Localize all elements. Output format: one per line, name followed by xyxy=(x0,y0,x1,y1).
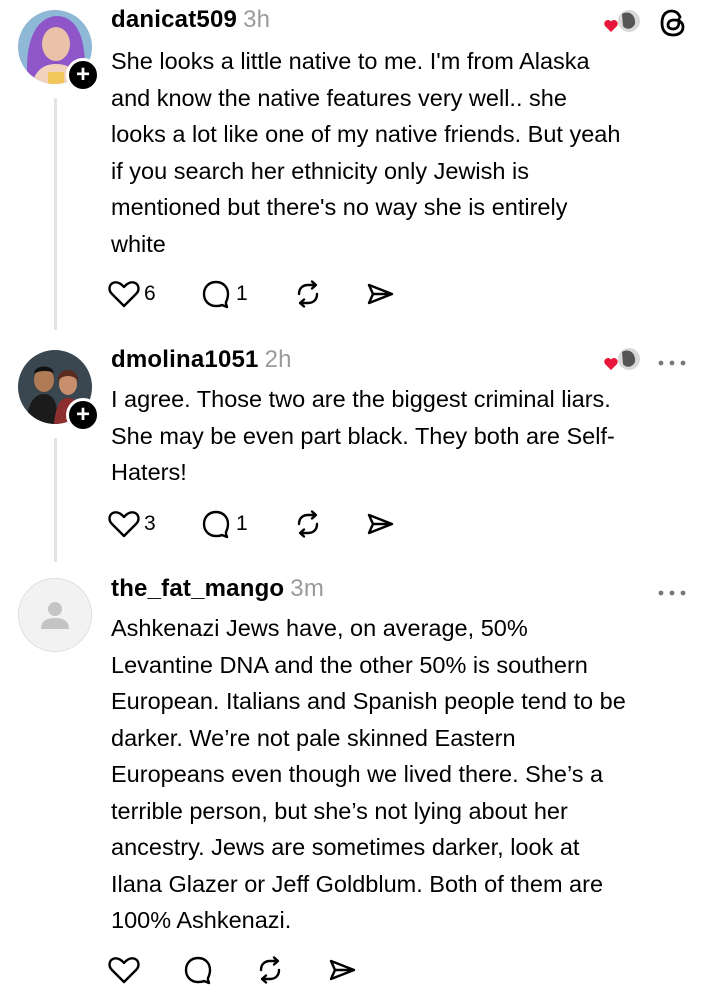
thread-post: + danicat509 3h She looks a little native… xyxy=(0,0,714,340)
like-button[interactable] xyxy=(108,952,140,988)
heart-icon xyxy=(108,511,140,538)
share-button[interactable] xyxy=(364,276,396,312)
send-icon xyxy=(367,513,394,535)
like-button[interactable]: 3 xyxy=(108,506,156,542)
heart-icon xyxy=(604,358,618,370)
reply-button[interactable]: 1 xyxy=(200,276,248,312)
heart-icon xyxy=(604,20,618,32)
like-count: 3 xyxy=(144,512,156,535)
send-icon xyxy=(329,959,356,981)
threads-logo-icon[interactable] xyxy=(658,8,688,38)
share-button[interactable] xyxy=(364,506,396,542)
thread-post: + dmolina1051 2h I agree. Those two are t… xyxy=(0,340,714,570)
thread-line xyxy=(54,438,57,562)
repost-button[interactable] xyxy=(254,952,286,988)
post-header: danicat509 3h xyxy=(111,6,270,34)
reply-count: 1 xyxy=(236,512,248,535)
like-button[interactable]: 6 xyxy=(108,276,156,312)
more-icon[interactable] xyxy=(656,585,688,596)
thread-post: the_fat_mango 3m Ashkenazi Jews have, on … xyxy=(0,570,714,1000)
thread-line xyxy=(54,98,57,330)
heart-icon xyxy=(108,957,140,984)
repost-button[interactable] xyxy=(292,276,324,312)
more-icon[interactable] xyxy=(656,355,688,366)
repost-icon xyxy=(297,280,319,308)
send-icon xyxy=(367,283,394,305)
like-count: 6 xyxy=(144,282,156,305)
comment-icon xyxy=(202,510,230,539)
reply-button[interactable] xyxy=(182,952,214,988)
post-header: dmolina1051 2h xyxy=(111,346,292,374)
repost-button[interactable] xyxy=(292,506,324,542)
share-button[interactable] xyxy=(326,952,358,988)
reply-count: 1 xyxy=(236,282,248,305)
heart-icon xyxy=(108,281,140,308)
avatar[interactable] xyxy=(18,578,92,652)
reply-button[interactable]: 1 xyxy=(200,506,248,542)
action-bar: 6 1 xyxy=(108,276,408,312)
repost-icon xyxy=(297,510,319,538)
post-text: Ashkenazi Jews have, on average, 50% Lev… xyxy=(111,615,626,933)
liked-by-avatars[interactable] xyxy=(602,346,642,376)
action-bar: 3 1 xyxy=(108,506,408,542)
action-bar xyxy=(108,952,408,988)
comment-icon xyxy=(184,956,212,985)
follow-plus-button[interactable]: + xyxy=(66,58,100,92)
comment-icon xyxy=(202,280,230,309)
post-text: I agree. Those two are the biggest crimi… xyxy=(111,386,615,485)
timestamp: 3h xyxy=(243,6,271,33)
post-text: She looks a little native to me. I'm fro… xyxy=(111,48,621,257)
timestamp: 3m xyxy=(290,575,325,602)
username[interactable]: dmolina1051 xyxy=(111,346,259,373)
timestamp: 2h xyxy=(264,346,292,373)
username[interactable]: the_fat_mango xyxy=(111,575,284,602)
follow-plus-button[interactable]: + xyxy=(66,398,100,432)
repost-icon xyxy=(259,956,281,984)
liked-by-avatars[interactable] xyxy=(602,8,642,38)
username[interactable]: danicat509 xyxy=(111,6,237,33)
post-header: the_fat_mango 3m xyxy=(111,575,324,603)
